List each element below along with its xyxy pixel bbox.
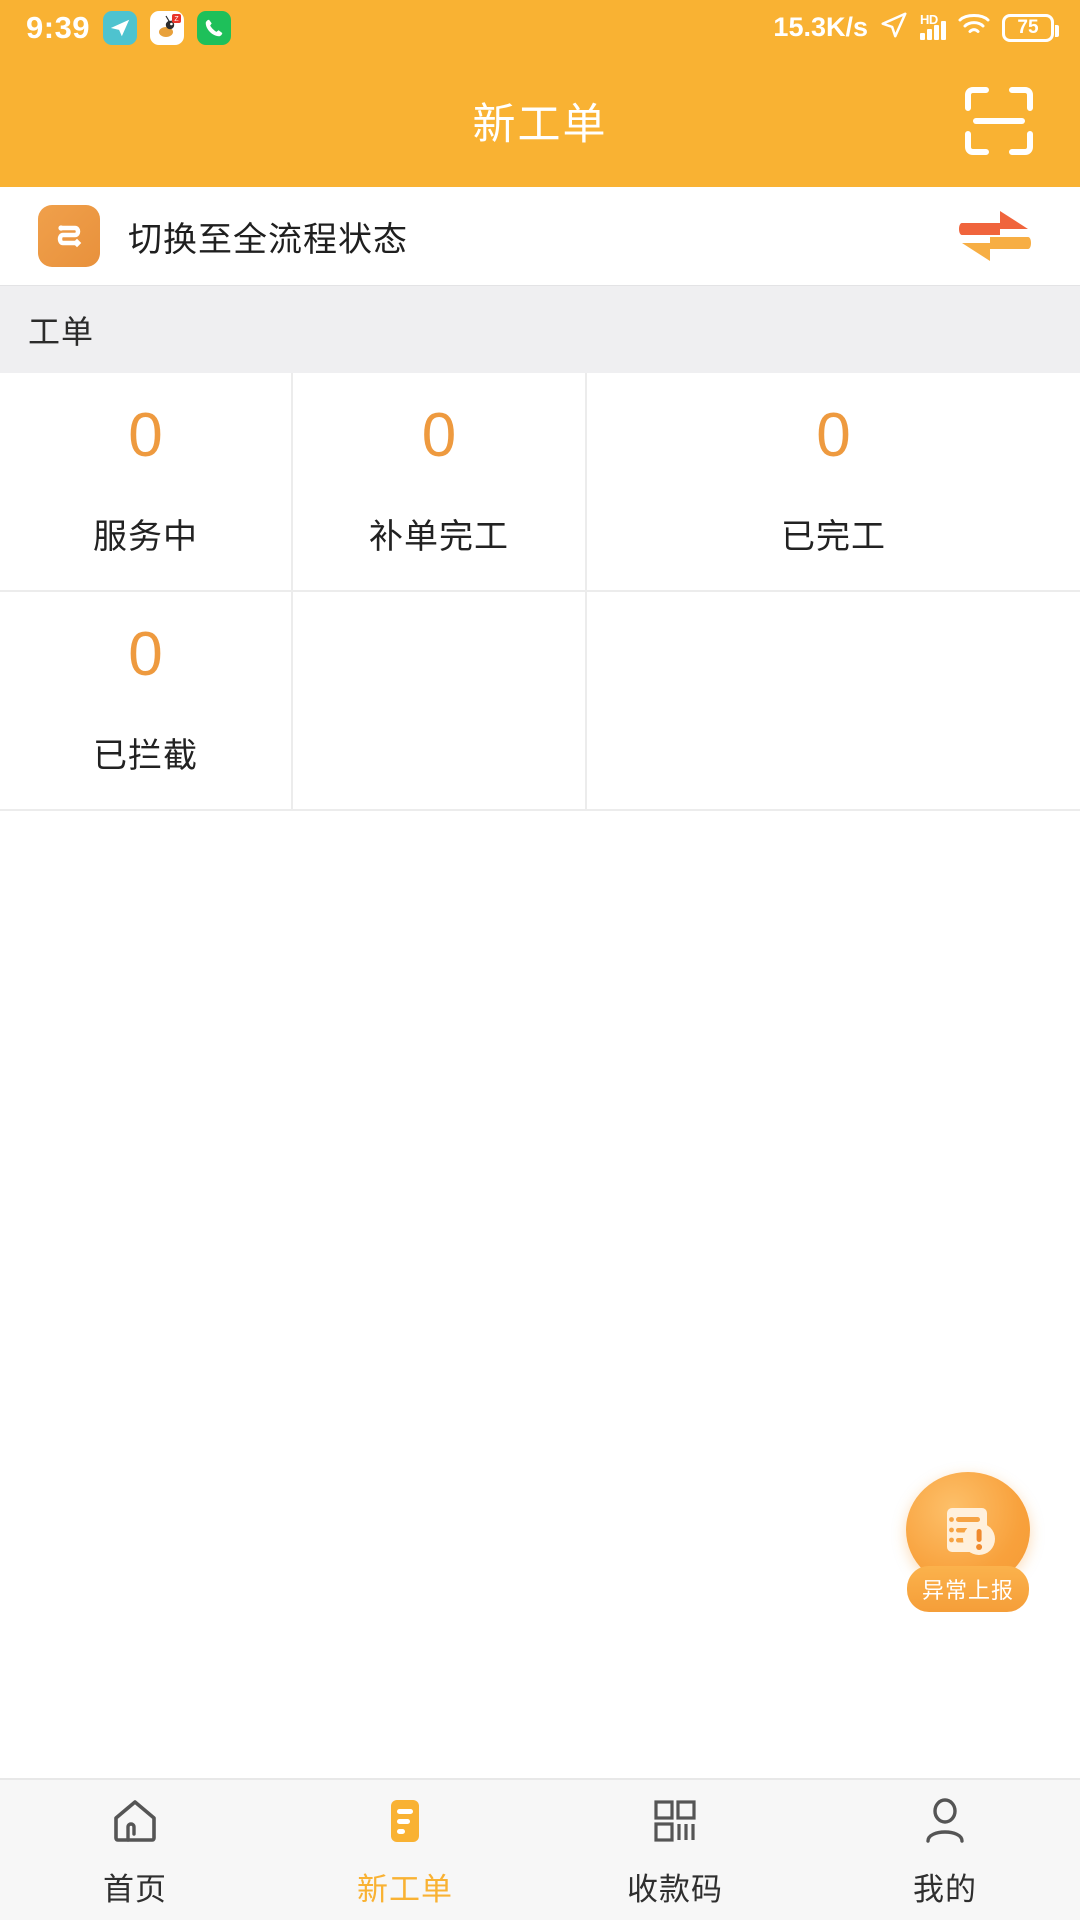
status-bar-clock: 9:39	[26, 9, 91, 45]
svg-text:Z: Z	[174, 16, 179, 23]
stat-label: 已拦截	[93, 737, 198, 775]
stat-cell-supplement-completed[interactable]: 0 补单完工	[293, 373, 587, 592]
nav-label: 收款码	[627, 1871, 723, 1907]
section-header-worksheet: 工单	[0, 285, 1080, 373]
qr-code-icon	[646, 1792, 704, 1850]
page-title: 新工单	[472, 101, 608, 149]
stat-value: 0	[128, 401, 163, 470]
battery-percent-label: 75	[1017, 16, 1039, 38]
nav-label: 首页	[103, 1871, 167, 1907]
nav-label: 我的	[913, 1871, 977, 1907]
nav-label: 新工单	[357, 1871, 453, 1907]
home-icon	[106, 1792, 164, 1850]
exception-report-fab[interactable]: 异常上报	[904, 1472, 1032, 1612]
network-speed-label: 15.3K/s	[773, 12, 868, 42]
worksheet-icon	[376, 1792, 434, 1850]
stat-cell-in-service[interactable]: 0 服务中	[0, 373, 293, 592]
stat-label: 补单完工	[369, 518, 509, 556]
signal-bars-icon: HD	[920, 12, 946, 40]
swap-arrows-icon[interactable]	[950, 205, 1040, 267]
status-bar-left: 9:39 Z	[26, 9, 232, 46]
switch-mode-label: 切换至全流程状态	[128, 220, 408, 259]
stat-label: 已完工	[781, 518, 886, 556]
stat-value: 0	[128, 620, 163, 689]
switch-mode-row[interactable]: 切换至全流程状态	[0, 187, 1080, 285]
exception-report-label: 异常上报	[921, 1578, 1014, 1603]
hd-label: HD	[920, 11, 938, 27]
app-header: 新工单	[0, 55, 1080, 187]
phone-icon	[197, 10, 232, 45]
ant-app-icon: Z	[150, 10, 185, 45]
stat-cell-empty-1	[293, 592, 587, 811]
nav-item-new-worksheet[interactable]: 新工单	[270, 1792, 540, 1909]
scan-qr-icon[interactable]	[960, 82, 1038, 160]
nav-item-home[interactable]: 首页	[0, 1792, 270, 1909]
exception-report-label-pill: 异常上报	[906, 1566, 1029, 1612]
stat-cell-completed[interactable]: 0 已完工	[587, 373, 1080, 592]
stat-cell-empty-2	[587, 592, 1080, 811]
bottom-navigation-bar: 首页 新工单 收款码 我的	[0, 1778, 1080, 1920]
nav-item-payment-qr[interactable]: 收款码	[540, 1792, 810, 1909]
stat-cell-intercepted[interactable]: 0 已拦截	[0, 592, 293, 811]
wifi-icon	[957, 12, 991, 43]
location-arrow-icon	[879, 10, 909, 45]
stat-label: 服务中	[93, 518, 198, 556]
battery-icon: 75	[1002, 13, 1059, 42]
status-bar: 9:39 Z 15.3K/s HD 75	[0, 0, 1080, 55]
stat-value: 0	[816, 401, 851, 470]
nav-item-profile[interactable]: 我的	[810, 1792, 1080, 1909]
person-icon	[916, 1792, 974, 1850]
telegram-icon	[103, 10, 138, 45]
stat-value: 0	[421, 401, 457, 470]
section-title: 工单	[28, 313, 95, 350]
flow-switch-icon	[38, 205, 100, 267]
worksheet-stat-grid: 0 服务中 0 补单完工 0 已完工 0 已拦截	[0, 373, 1080, 811]
status-bar-right: 15.3K/s HD 75	[773, 10, 1059, 45]
